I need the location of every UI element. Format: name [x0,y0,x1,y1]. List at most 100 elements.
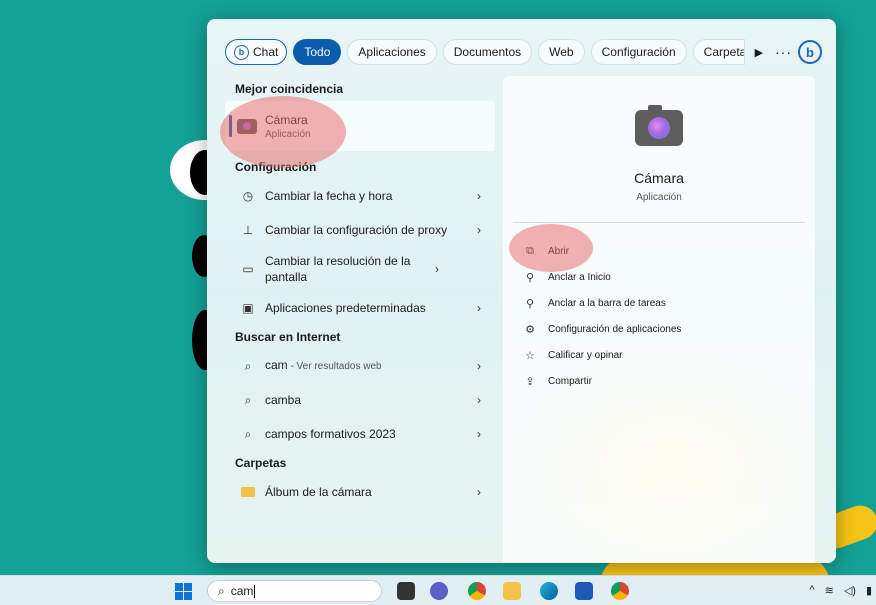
tab-configuracion[interactable]: Configuración [590,39,687,65]
chevron-right-icon: › [477,427,481,441]
settings-item-default-apps[interactable]: ▣ Aplicaciones predeterminadas › [225,291,495,325]
section-folders: Carpetas [235,456,287,470]
wifi-icon[interactable]: ≋ [825,584,834,597]
proxy-icon: ⊥ [242,223,254,237]
task-view-icon[interactable] [397,582,415,600]
action-pin-taskbar[interactable]: ⚲ Anclar a la barra de tareas [523,290,681,316]
web-result-cam[interactable]: ⌕ cam - Ver resultados web › [225,349,495,383]
action-label: Compartir [548,375,592,387]
chevron-right-icon: › [477,359,481,373]
open-icon: ⧉ [526,244,534,257]
chevron-right-icon: › [477,223,481,237]
search-icon: ⌕ [244,426,252,441]
selection-indicator [229,115,232,137]
tab-carpetas[interactable]: Carpeta [692,39,745,65]
tab-label: Carpeta [703,45,745,59]
search-value: cam [230,584,254,598]
tab-web[interactable]: Web [538,39,585,65]
teams-chat-icon[interactable] [430,582,448,600]
filter-tabs: b Chat Todo Aplicaciones Documentos Web … [225,38,822,66]
settings-item-proxy[interactable]: ⊥ Cambiar la configuración de proxy › [225,213,495,247]
action-open[interactable]: ⧉ Abrir [523,238,681,264]
best-match-type: Aplicación [265,128,311,140]
tab-label: Aplicaciones [358,45,426,59]
web-result-campos[interactable]: ⌕ campos formativos 2023 › [225,417,495,451]
item-label: Álbum de la cámara [265,485,372,499]
settings-item-resolution[interactable]: ▭ Cambiar la resolución de la pantalla › [225,247,495,291]
tab-aplicaciones[interactable]: Aplicaciones [347,39,437,65]
search-panel: b Chat Todo Aplicaciones Documentos Web … [207,19,836,563]
file-explorer-icon[interactable] [503,582,521,600]
chevron-right-icon: › [477,189,481,203]
store-icon[interactable] [575,582,593,600]
best-match-camera[interactable]: Cámara Aplicación [225,101,495,151]
chevron-right-icon: › [477,301,481,315]
detail-app-type: Aplicación [636,192,682,203]
chrome-profile-icon[interactable] [611,582,629,600]
detail-app-name: Cámara [634,170,684,186]
scroll-tabs-right-icon[interactable]: ▶ [755,46,763,59]
folder-icon [241,487,255,497]
taskbar-search-input[interactable]: ⌕ cam [207,580,382,602]
item-label: Cambiar la resolución de la pantalla [265,254,411,284]
default-apps-icon: ▣ [242,301,254,315]
action-label: Anclar a Inicio [548,271,611,283]
search-icon: ⌕ [244,392,252,407]
clock-settings-icon: ◷ [242,189,254,203]
tab-documentos[interactable]: Documentos [442,39,533,65]
tab-todo[interactable]: Todo [293,39,342,65]
battery-icon[interactable]: ▮ [866,584,872,597]
detail-pane: Cámara Aplicación ⧉ Abrir ⚲ Anclar a Ini… [503,76,815,563]
chevron-up-icon[interactable]: ^ [809,584,814,597]
item-label: Cambiar la fecha y hora [265,189,393,203]
edge-icon[interactable] [540,582,558,600]
best-match-name: Cámara [265,112,308,127]
monitor-icon: ▭ [242,262,254,276]
camera-app-icon [635,105,683,146]
search-icon: ⌕ [218,583,225,598]
taskbar: ⌕ cam ^ ≋ ◁) ▮ [0,575,876,605]
action-app-settings[interactable]: ⚙ Configuración de aplicaciones [523,316,681,342]
item-label: cam [265,358,288,372]
action-label: Anclar a la barra de tareas [548,297,666,309]
action-label: Calificar y opinar [548,349,623,361]
item-label: camba [265,393,302,407]
rate-icon: ☆ [525,349,535,362]
chevron-right-icon: › [477,485,481,499]
system-tray: ^ ≋ ◁) ▮ [809,584,872,597]
action-pin-start[interactable]: ⚲ Anclar a Inicio [523,264,681,290]
action-label: Configuración de aplicaciones [548,323,682,335]
chevron-right-icon: › [477,393,481,407]
tab-label: Chat [253,45,279,59]
action-list: ⧉ Abrir ⚲ Anclar a Inicio ⚲ Anclar a la … [523,238,681,394]
web-result-camba[interactable]: ⌕ camba › [225,383,495,417]
bing-icon: b [234,44,249,60]
tab-label: Todo [304,45,331,59]
folder-camera-roll[interactable]: Álbum de la cámara › [225,475,495,509]
item-label: campos formativos 2023 [265,427,396,441]
section-settings: Configuración [235,160,317,174]
pin-icon: ⚲ [525,271,535,284]
section-internet: Buscar en Internet [235,330,341,344]
section-best-match: Mejor coincidencia [235,82,344,96]
settings-item-date-time[interactable]: ◷ Cambiar la fecha y hora › [225,179,495,213]
action-rate-review[interactable]: ☆ Calificar y opinar [523,342,681,368]
pin-icon: ⚲ [525,297,535,310]
text-caret [254,584,256,598]
tab-label: Documentos [453,45,522,59]
action-label: Abrir [548,245,570,257]
item-label: Aplicaciones predeterminadas [265,301,426,315]
volume-icon[interactable]: ◁) [844,584,856,597]
tab-chat[interactable]: b Chat [225,39,288,65]
windows-start-icon[interactable] [175,583,192,600]
results-list: Mejor coincidencia Cámara Aplicación Con… [225,77,495,509]
tab-label: Configuración [601,45,676,59]
bing-chat-icon[interactable]: b [798,40,822,64]
item-label: Cambiar la configuración de proxy [265,223,448,237]
divider [513,222,805,223]
chrome-icon[interactable] [468,582,486,600]
action-share[interactable]: ⇪ Compartir [523,368,681,394]
chevron-right-icon: › [435,262,439,276]
more-options-button[interactable]: ··· [775,44,792,60]
search-icon: ⌕ [244,358,252,373]
